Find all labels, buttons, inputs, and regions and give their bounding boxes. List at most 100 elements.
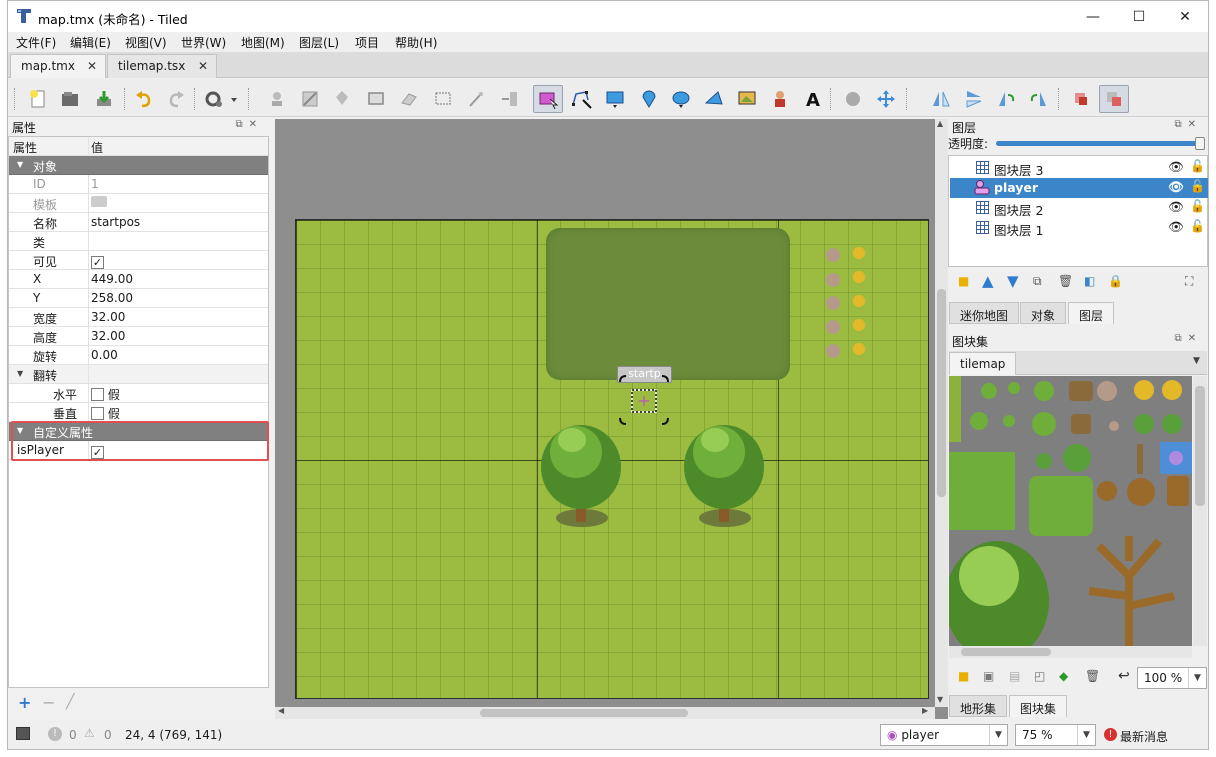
embed-tileset-icon[interactable]: ▣	[983, 669, 994, 683]
opacity-slider-handle[interactable]	[1195, 137, 1205, 150]
vertical-scroll-thumb[interactable]	[937, 289, 946, 497]
property-row-width[interactable]: 宽度 32.00	[9, 308, 268, 327]
group-flip[interactable]: ▼ 翻转	[9, 365, 268, 384]
insert-polygon-icon[interactable]	[701, 86, 727, 112]
lock-icon[interactable]: 🔓	[1190, 199, 1205, 213]
property-row-flip-horizontal[interactable]: 水平 假	[9, 384, 268, 403]
eye-icon[interactable]: 👁	[1168, 199, 1184, 215]
menu-project[interactable]: 项目	[355, 34, 379, 51]
minimize-button[interactable]: —	[1070, 1, 1116, 32]
flip-vertical-checkbox[interactable]	[91, 407, 104, 420]
property-row-x[interactable]: X 449.00	[9, 270, 268, 289]
shape-fill-icon[interactable]	[363, 86, 389, 112]
tileset-scroll-thumb[interactable]	[1195, 386, 1205, 506]
menu-view[interactable]: 视图(V)	[125, 34, 167, 51]
lock-icon[interactable]: 🔓	[1190, 219, 1205, 233]
chevron-down-icon[interactable]: ▼	[1077, 725, 1095, 745]
horizontal-scrollbar[interactable]: ◀ ▶	[275, 706, 935, 719]
layer-row-tile-2[interactable]: 图块层 2 👁 🔓	[950, 198, 1208, 218]
maximize-button[interactable]: ☐	[1116, 1, 1162, 32]
menu-edit[interactable]: 编辑(E)	[70, 34, 111, 51]
show-overlay-icon[interactable]	[1099, 85, 1129, 113]
close-tab-icon[interactable]: ✕	[87, 59, 97, 73]
property-row-height[interactable]: 高度 32.00	[9, 327, 268, 346]
eye-icon[interactable]: 👁	[1168, 159, 1184, 175]
lock-layer-icon[interactable]: 🔒	[1108, 274, 1123, 288]
raise-layer-icon[interactable]: ▲	[982, 272, 994, 290]
rectangle-select-icon[interactable]	[430, 86, 456, 112]
property-row-name[interactable]: 名称 startpos	[9, 213, 268, 232]
tileset-zoom-select[interactable]: 100 % ▼	[1137, 667, 1207, 689]
stamp-brush-icon[interactable]	[264, 86, 290, 112]
property-row-y[interactable]: Y 258.00	[9, 289, 268, 308]
tab-tilemap-tsx[interactable]: tilemap.tsx ✕	[107, 54, 217, 78]
news-link[interactable]: 最新消息	[1120, 728, 1168, 745]
scroll-left-icon[interactable]: ◀	[278, 706, 284, 715]
random-mode-icon[interactable]	[840, 86, 866, 112]
menu-file[interactable]: 文件(F)	[16, 34, 56, 51]
dock-float-close-icon[interactable]: ⧉✕	[235, 119, 263, 130]
remove-tileset-icon[interactable]: 🗑	[1085, 669, 1100, 683]
tab-tilesets[interactable]: 图块集	[1009, 695, 1068, 717]
eye-icon[interactable]: 👁	[1168, 179, 1184, 195]
redo-icon[interactable]	[163, 86, 189, 112]
tab-minimap[interactable]: 迷你地图	[949, 302, 1020, 324]
replace-tileset-icon[interactable]: ◆	[1059, 669, 1068, 683]
horizontal-scroll-thumb[interactable]	[480, 709, 688, 717]
lower-layer-icon[interactable]: ▼	[1007, 272, 1019, 290]
tileset-list-dropdown-icon[interactable]: ▼	[1193, 356, 1200, 366]
layer-row-player[interactable]: player 👁 🔓	[950, 178, 1208, 198]
menu-map[interactable]: 地图(M)	[241, 34, 285, 51]
selection-rotate-handles[interactable]	[614, 368, 674, 432]
select-same-tile-icon[interactable]	[497, 86, 523, 112]
visible-checkbox[interactable]: ✓	[91, 256, 104, 269]
vertical-scrollbar[interactable]: ▲ ▼	[935, 119, 948, 707]
duplicate-layer-icon[interactable]: ⧉	[1033, 274, 1042, 289]
tab-layers[interactable]: 图层	[1068, 302, 1115, 324]
dock-float-close-icon[interactable]: ⧉✕	[1174, 333, 1202, 344]
flip-horizontal-icon[interactable]	[928, 86, 954, 112]
delete-layer-icon[interactable]: 🗑	[1058, 274, 1073, 288]
add-property-icon[interactable]: +	[18, 693, 31, 712]
layer-row-tile-3[interactable]: 图块层 3 👁 🔓	[950, 158, 1208, 178]
close-tab-icon[interactable]: ✕	[198, 59, 208, 73]
dock-float-close-icon[interactable]: ⧉✕	[1174, 119, 1202, 130]
export-tileset-icon[interactable]: ▤	[1009, 669, 1020, 683]
property-row-class[interactable]: 类	[9, 232, 268, 251]
new-layer-icon[interactable]: ■	[958, 274, 969, 288]
menu-help[interactable]: 帮助(H)	[395, 34, 437, 51]
chevron-down-icon[interactable]: ▼	[989, 725, 1007, 745]
rename-property-icon[interactable]: ╱	[66, 694, 74, 710]
scroll-down-icon[interactable]: ▼	[937, 695, 943, 704]
merge-layer-icon[interactable]: ◧	[1084, 274, 1095, 288]
tab-objects[interactable]: 对象	[1020, 302, 1067, 324]
highlight-layer-icon[interactable]	[1068, 86, 1094, 112]
error-icon[interactable]: !	[48, 727, 62, 741]
tileset-vertical-scrollbar[interactable]	[1193, 376, 1207, 646]
layer-select[interactable]: ◉ player ▼	[880, 724, 1008, 746]
highlight-current-layer-icon[interactable]: ⛶	[1185, 274, 1193, 289]
insert-template-icon[interactable]	[767, 86, 793, 112]
insert-point-icon[interactable]	[636, 86, 662, 112]
insert-tile-icon[interactable]	[734, 86, 760, 112]
layer-row-tile-1[interactable]: 图块层 1 👁 🔓	[950, 218, 1208, 238]
map-zoom-select[interactable]: 75 % ▼	[1015, 724, 1096, 746]
scroll-right-icon[interactable]: ▶	[922, 706, 928, 715]
undo-icon[interactable]	[131, 86, 157, 112]
tab-terrain-sets[interactable]: 地形集	[949, 695, 1008, 717]
magic-wand-icon[interactable]	[463, 86, 489, 112]
tileset-horizontal-scrollbar[interactable]	[949, 646, 1192, 658]
opacity-slider[interactable]	[996, 137, 1205, 150]
remove-property-icon[interactable]: −	[42, 693, 55, 712]
group-object[interactable]: ▼ 对象	[9, 156, 268, 175]
property-row-rotation[interactable]: 旋转 0.00	[9, 346, 268, 365]
dynamic-wrapping-icon[interactable]: ↩	[1118, 668, 1130, 684]
save-file-icon[interactable]	[91, 86, 117, 112]
insert-rectangle-icon[interactable]	[602, 86, 628, 112]
flip-horizontal-checkbox[interactable]	[91, 388, 104, 401]
chevron-down-icon[interactable]: ▼	[1188, 668, 1206, 688]
console-icon[interactable]	[16, 727, 30, 740]
open-file-icon[interactable]	[57, 86, 83, 112]
rotate-left-icon[interactable]	[993, 86, 1019, 112]
tileset-view[interactable]	[949, 376, 1192, 646]
